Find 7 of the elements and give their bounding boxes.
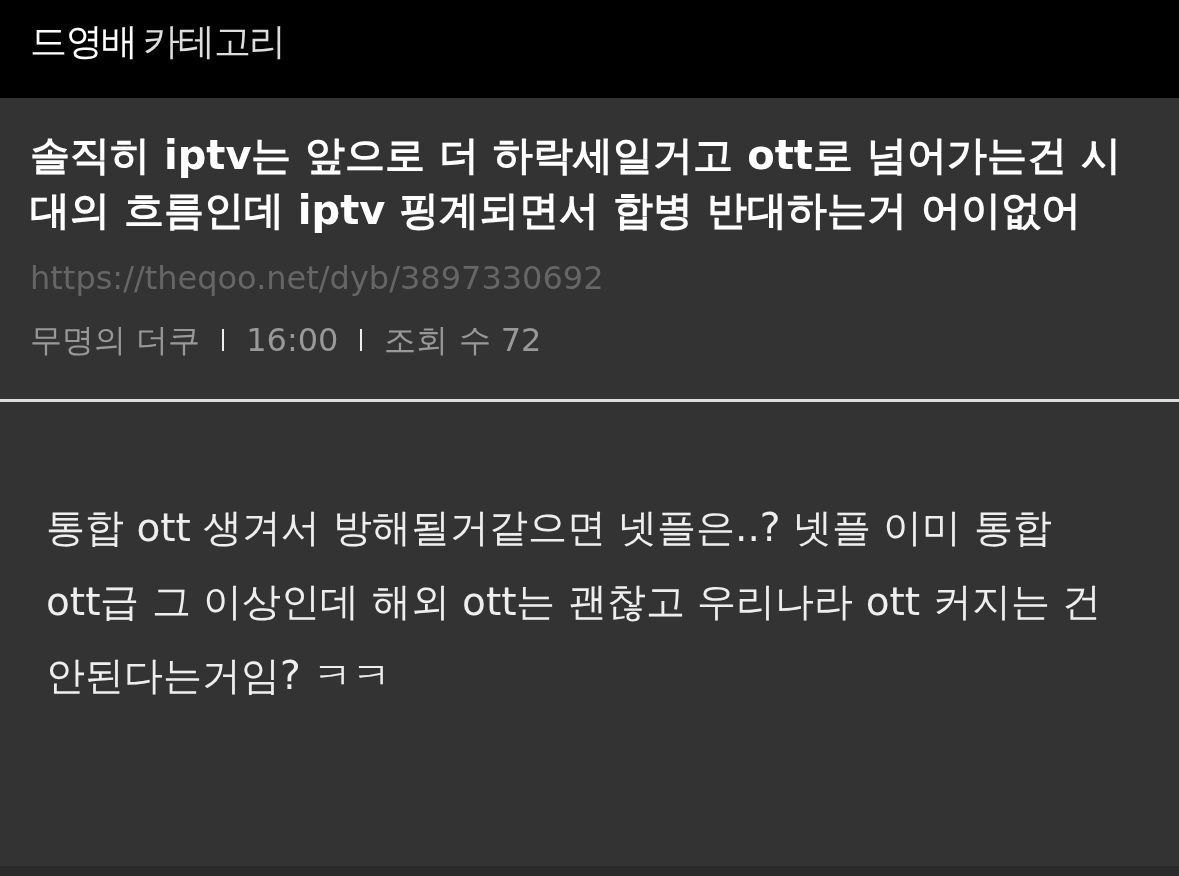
post-body-text: 통합 ott 생겨서 방해될거같으면 넷플은..? 넷플 이미 통합 ott급 그 이상인데 해외 ott는 괜찮고 우리나라 ott 커지는 건 안된다는거임? ㅋㅋ [46,504,1102,700]
author-name: 무명의 더쿠 [30,320,201,360]
category-link[interactable]: 카테고리 [142,17,285,67]
post-title: 솔직히 iptv는 앞으로 더 하락세일거고 ott로 넘어가는건 시대의 흐름인데 iptv 핑계되면서 합병 반대하는거 어이없어 [30,131,1122,235]
view-count: 조회 수 72 [384,320,542,360]
board-link[interactable]: 드영배 [30,17,137,67]
post-time: 16:00 [246,320,339,360]
